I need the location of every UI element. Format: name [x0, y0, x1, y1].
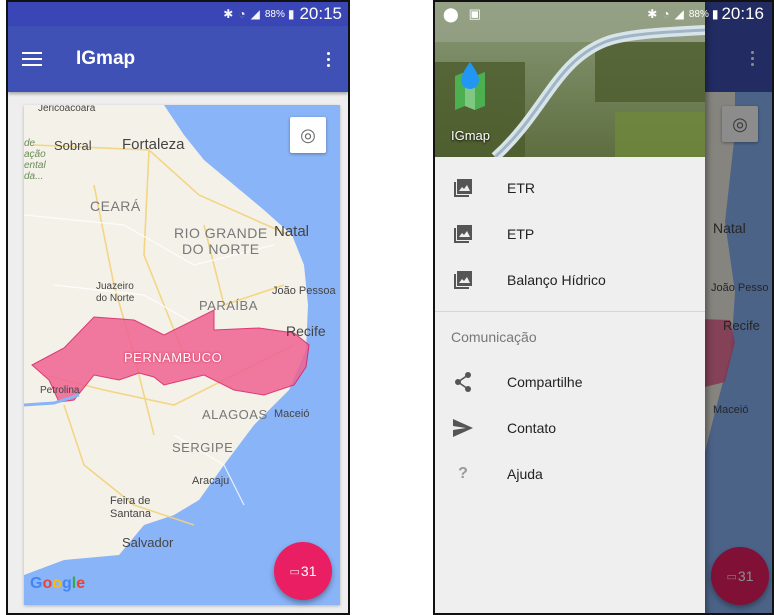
signal-icon: ◢: [250, 7, 260, 21]
menu-item-label: Balanço Hídrico: [507, 272, 606, 288]
map-label-do-norte: DO NORTE: [182, 241, 260, 257]
bluetooth-icon: ✱: [223, 7, 234, 21]
map-label-sobral: Sobral: [54, 138, 92, 153]
map-view[interactable]: Jericoacoara Sobral Fortaleza CEARÁ RIO …: [24, 105, 340, 605]
map-label-aracaju: Aracaju: [192, 475, 230, 487]
status-time: 20:16: [721, 4, 764, 23]
map-label-do-norte-city: do Norte: [96, 293, 135, 304]
map-label-recife: Recife: [286, 323, 326, 339]
help-icon: ?: [458, 465, 468, 482]
battery-icon: ▮: [711, 7, 719, 21]
map-label-paraiba: PARAÍBA: [199, 298, 258, 313]
bluetooth-icon: ✱: [647, 7, 658, 21]
menu-item-label: Contato: [507, 420, 557, 436]
map-label-jericoacoara: Jericoacoara: [38, 105, 96, 114]
map-label-maceio: Maceió: [274, 408, 310, 420]
status-bar: ✱ ◔ ◢ 88% ▮ 20:15: [8, 2, 348, 26]
map-label-salvador: Salvador: [122, 535, 174, 550]
battery-percent: 88%: [264, 8, 285, 20]
share-icon: [451, 370, 475, 394]
my-location-button[interactable]: ◎: [290, 117, 326, 153]
notification-icon: ▣: [468, 6, 481, 21]
menu-item-balanco-hidrico[interactable]: Balanço Hídrico: [435, 257, 705, 303]
crosshair-icon: ◎: [300, 124, 316, 145]
battery-icon: ▮: [287, 7, 295, 21]
phone-screen-drawer: Natal João Pesso Recife Maceió ◎ ▭ 31 ⬤ …: [433, 0, 774, 615]
map-label-alagoas: ALAGOAS: [202, 407, 268, 422]
status-time: 20:15: [299, 4, 342, 23]
menu-item-ajuda[interactable]: ? Ajuda: [435, 451, 705, 497]
menu-item-compartilhe[interactable]: Compartilhe: [435, 359, 705, 405]
image-icon: [451, 176, 475, 200]
google-logo: Google: [30, 575, 86, 592]
phone-screen-map: ✱ ◔ ◢ 88% ▮ 20:15 IGmap Jericoacoara Sob…: [6, 0, 350, 615]
map-label-ceara: CEARÁ: [90, 198, 141, 214]
menu-item-etp[interactable]: ETP: [435, 211, 705, 257]
map-label-sergipe: SERGIPE: [172, 440, 234, 455]
menu-item-contato[interactable]: Contato: [435, 405, 705, 451]
menu-icon[interactable]: [22, 52, 42, 66]
calendar-fab[interactable]: ▭ 31: [274, 542, 332, 600]
battery-percent: 88%: [688, 8, 709, 20]
wifi-icon: ◔: [662, 7, 670, 21]
map-label-fortaleza: Fortaleza: [122, 136, 185, 153]
menu-item-label: Compartilhe: [507, 374, 583, 390]
map-label-protected-area: de ação ental da...: [24, 138, 46, 182]
map-label-feira: Feira de: [110, 495, 151, 507]
menu-item-label: ETP: [507, 226, 535, 242]
location-icon: ⬤: [443, 5, 459, 22]
menu-item-etr[interactable]: ETR: [435, 165, 705, 211]
signal-icon: ◢: [674, 7, 684, 21]
drawer-app-name: IGmap: [451, 128, 491, 143]
menu-divider: [435, 311, 705, 312]
navigation-drawer: IGmap ETR ETP Balanço Hídrico Comunicaçã…: [435, 2, 705, 613]
status-bar: ⬤ ▣ ✱ ◔ ◢ 88% ▮ 20:16: [435, 2, 772, 26]
image-icon: [451, 268, 475, 292]
menu-item-label: ETR: [507, 180, 535, 196]
wifi-icon: ◔: [238, 7, 246, 21]
calendar-day: 31: [300, 563, 317, 579]
map-label-joao-pessoa: João Pessoa: [272, 285, 336, 297]
menu-item-label: Ajuda: [507, 466, 543, 482]
calendar-icon: ▭: [289, 565, 300, 578]
image-icon: [451, 222, 475, 246]
app-bar: IGmap: [8, 26, 348, 92]
map-label-natal: Natal: [274, 223, 310, 240]
map-label-juazeiro: Juazeiro: [96, 281, 134, 292]
app-logo-icon: [451, 62, 489, 110]
map-label-petrolina: Petrolina: [40, 385, 80, 396]
map-label-santana: Santana: [110, 508, 151, 520]
send-icon: [451, 416, 475, 440]
more-options-icon[interactable]: [323, 48, 334, 71]
section-header-comunicacao: Comunicação: [451, 329, 537, 345]
app-title: IGmap: [76, 48, 136, 69]
map-label-pernambuco: PERNAMBUCO: [124, 350, 223, 365]
map-label-rio-grande: RIO GRANDE: [174, 225, 268, 241]
